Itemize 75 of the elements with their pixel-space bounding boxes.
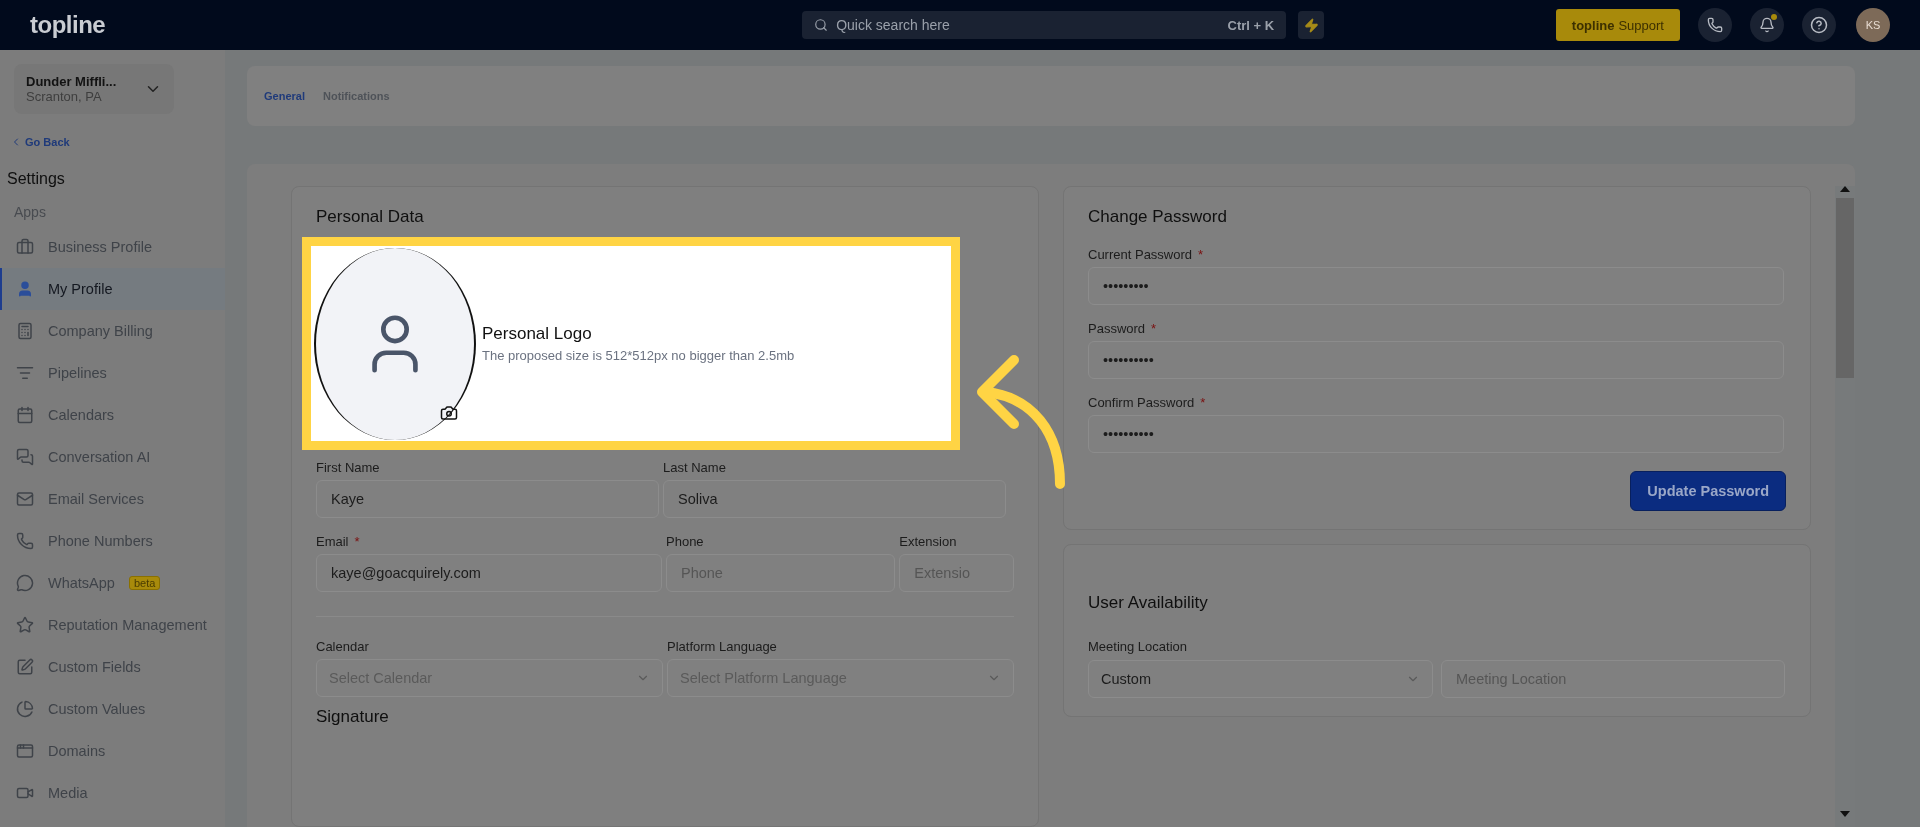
- sidebar-item[interactable]: Custom Values: [0, 688, 225, 730]
- scroll-down-icon[interactable]: [1840, 811, 1850, 817]
- phone-icon: [16, 532, 34, 550]
- field-label: Confirm Password *: [1088, 395, 1207, 410]
- star-icon: [16, 616, 34, 634]
- go-back-link[interactable]: Go Back: [10, 136, 225, 148]
- input-field[interactable]: Kaye: [316, 480, 659, 518]
- sidebar-item[interactable]: Phone Numbers: [0, 520, 225, 562]
- notifications-button[interactable]: [1750, 8, 1784, 42]
- input-field[interactable]: kaye@goacquirely.com: [316, 554, 662, 592]
- field-label: Last Name: [663, 460, 727, 475]
- filter-icon: [16, 364, 34, 382]
- chat-bubble-icon: [16, 574, 34, 592]
- tab[interactable]: General: [264, 90, 305, 102]
- shortcut-hint: Ctrl + K: [1227, 17, 1275, 33]
- briefcase-icon: [16, 238, 34, 256]
- user-icon: [16, 280, 34, 298]
- sidebar-item[interactable]: Email Services: [0, 478, 225, 520]
- sidebar-item[interactable]: Conversation AI: [0, 436, 225, 478]
- phone-button[interactable]: [1698, 8, 1732, 42]
- bell-icon: [1759, 17, 1775, 33]
- logo-hint: The proposed size is 512*512px no bigger than 2.5mb: [482, 348, 795, 363]
- sidebar-item[interactable]: WhatsApp beta: [0, 562, 225, 604]
- envelope-icon: [16, 490, 34, 508]
- sidebar-item[interactable]: Pipelines: [0, 352, 225, 394]
- sidebar-item[interactable]: My Profile: [0, 268, 225, 310]
- scroll-up-icon[interactable]: [1840, 186, 1850, 192]
- calculator-icon: [16, 322, 34, 340]
- lightning-button[interactable]: [1298, 11, 1325, 39]
- calendar-icon: [16, 406, 34, 424]
- sidebar-item[interactable]: Business Profile: [0, 226, 225, 268]
- sidebar-item[interactable]: Reputation Management: [0, 604, 225, 646]
- phone-icon: [1707, 17, 1723, 33]
- support-button[interactable]: topline Support: [1555, 9, 1680, 41]
- field-label: Email *: [316, 534, 361, 549]
- scrollbar[interactable]: [1835, 186, 1855, 827]
- select-field[interactable]: Custom: [1088, 660, 1433, 698]
- update-password-button[interactable]: Update Password: [1630, 471, 1786, 511]
- field-label: Current Password *: [1088, 247, 1205, 262]
- card-title: Personal Data: [316, 207, 425, 227]
- search-field[interactable]: Quick search here Ctrl + K: [802, 11, 1287, 39]
- logo-title: Personal Logo: [482, 324, 593, 344]
- beta-badge: beta: [128, 576, 161, 590]
- sidebar-item[interactable]: Company Billing: [0, 310, 225, 352]
- account-switcher[interactable]: Dunder Miffli... Scranton, PA: [14, 64, 174, 114]
- help-button[interactable]: [1802, 8, 1836, 42]
- pen-square-icon: [16, 658, 34, 676]
- input-field[interactable]: ••••••••••: [1088, 415, 1784, 453]
- field-label: Platform Language: [667, 639, 778, 654]
- sidebar-title: Settings: [7, 170, 66, 188]
- pie-chart-icon: [16, 700, 34, 718]
- logo: topline: [30, 11, 106, 39]
- section-title: Signature: [316, 707, 390, 727]
- input-field[interactable]: Soliva: [663, 480, 1006, 518]
- window-icon: [16, 742, 34, 760]
- input-field[interactable]: •••••••••: [1088, 267, 1784, 305]
- card-title: User Availability: [1088, 593, 1209, 613]
- sidebar-item[interactable]: Custom Fields: [0, 646, 225, 688]
- input-field[interactable]: ••••••••••: [1088, 341, 1784, 379]
- lightning-icon: [1303, 17, 1319, 33]
- search-icon: [814, 18, 829, 32]
- field-label: Phone: [666, 534, 705, 549]
- field-label: Password *: [1088, 321, 1158, 336]
- field-label: Calendar: [316, 639, 370, 654]
- sidebar-item[interactable]: Media: [0, 772, 225, 814]
- sidebar-item[interactable]: Domains: [0, 730, 225, 772]
- card-title: Change Password: [1088, 207, 1228, 227]
- camera-icon[interactable]: [440, 403, 458, 422]
- user-avatar[interactable]: KS: [1856, 8, 1890, 42]
- help-icon: [1810, 16, 1828, 34]
- field-label: Meeting Location: [1088, 639, 1188, 654]
- field-label: Extension: [899, 534, 958, 549]
- sidebar-item[interactable]: Calendars: [0, 394, 225, 436]
- chat-bubbles-icon: [16, 448, 34, 466]
- field-label: First Name: [316, 460, 381, 475]
